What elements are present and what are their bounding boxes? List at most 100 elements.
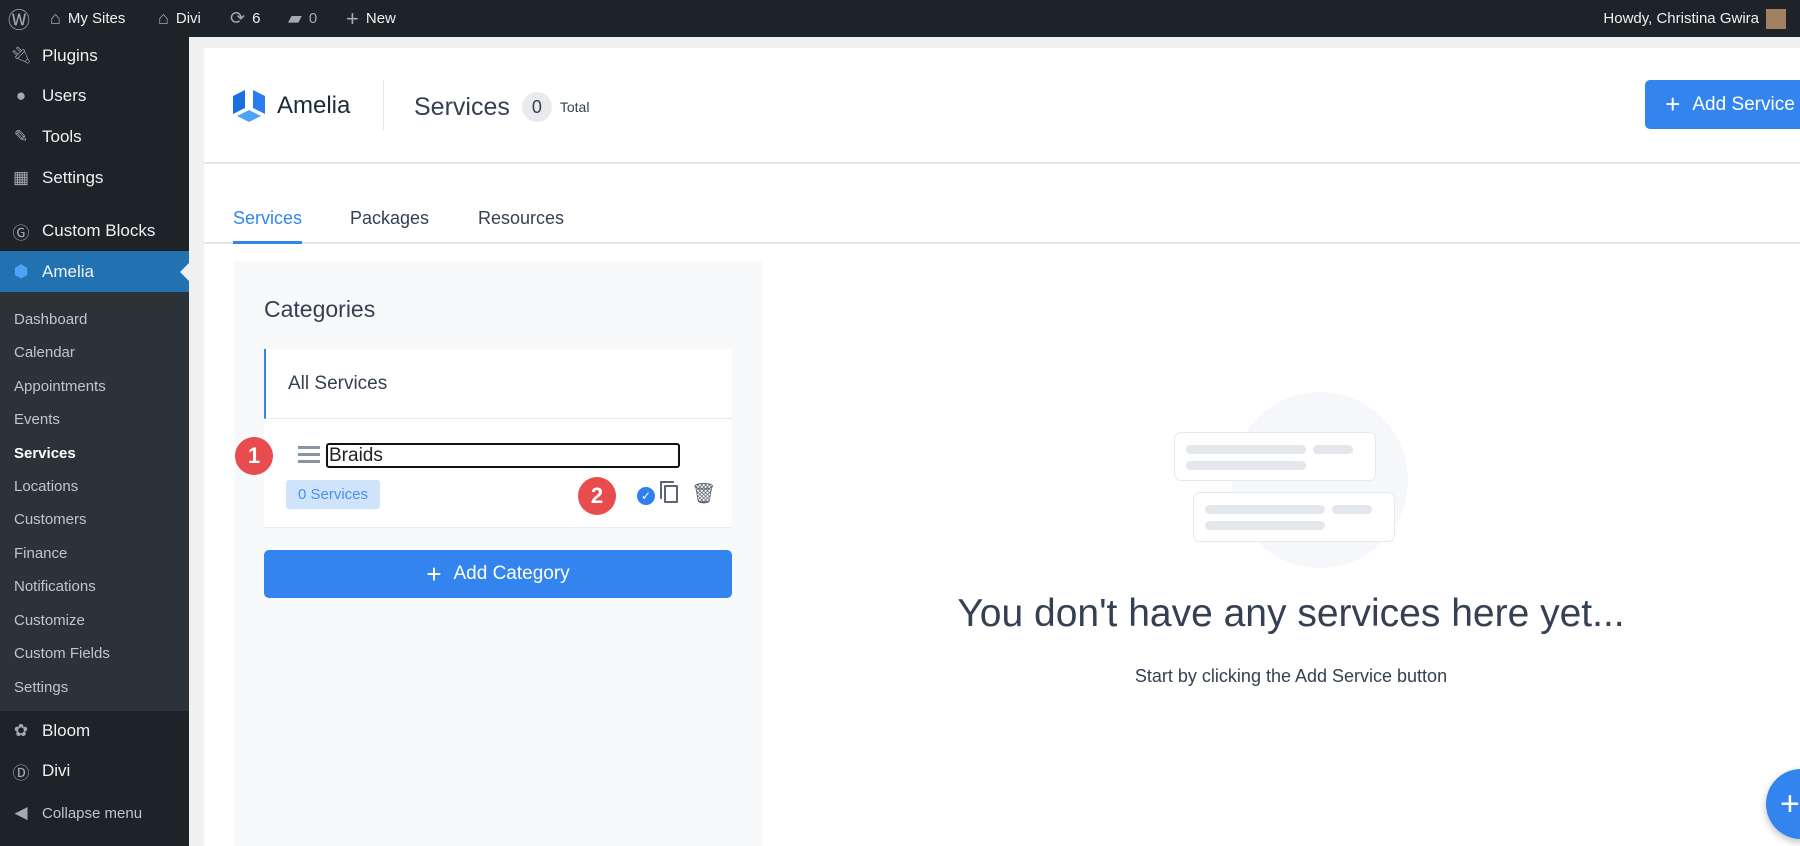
submenu-customers[interactable]: Customers bbox=[14, 510, 87, 530]
sidebar-item-plugins[interactable]: 🔌︎ Plugins bbox=[0, 37, 189, 75]
drag-handle-icon[interactable] bbox=[298, 446, 320, 463]
howdy-label: Howdy, Christina Gwira bbox=[1603, 10, 1759, 27]
comment-icon: ▰ bbox=[288, 8, 302, 28]
total-count-badge: 0 bbox=[521, 92, 552, 122]
admin-bar: Ⓦ ⌂ My Sites ⌂ Divi ⟳ 6 ▰ 0 + New Howdy, Chri… bbox=[0, 0, 1800, 37]
sidebar-item-label: Settings bbox=[42, 168, 104, 187]
wrench-icon: ✎ bbox=[13, 127, 29, 146]
sidebar-item-tools[interactable]: ✎ Tools bbox=[0, 118, 189, 156]
categories-panel: Categories All Services 0 Services ✓ 🗑︎ … bbox=[234, 261, 762, 846]
settings-icon: ▦ bbox=[12, 168, 30, 187]
sidebar-item-users[interactable]: ● Users bbox=[0, 77, 189, 115]
tab-services[interactable]: Services bbox=[233, 208, 303, 244]
submenu-notifications[interactable]: Notifications bbox=[14, 577, 96, 597]
submenu-events[interactable]: Events bbox=[14, 410, 60, 430]
updates-button[interactable]: ⟳ 6 bbox=[230, 0, 260, 37]
plus-icon: + bbox=[346, 5, 359, 31]
sites-icon: ⌂ bbox=[50, 8, 61, 28]
comments-button[interactable]: ▰ 0 bbox=[288, 0, 317, 37]
collapse-menu-button[interactable]: ◀ Collapse menu bbox=[0, 794, 189, 832]
site-button[interactable]: ⌂ Divi bbox=[158, 0, 201, 37]
new-label: New bbox=[365, 10, 396, 27]
save-check-icon[interactable]: ✓ bbox=[637, 487, 655, 505]
illustration-card bbox=[1193, 492, 1395, 542]
submenu-locations[interactable]: Locations bbox=[14, 477, 78, 497]
category-all-services[interactable]: All Services bbox=[264, 349, 732, 419]
add-service-button[interactable]: + Add Service bbox=[1645, 80, 1800, 129]
sidebar-item-label: Divi bbox=[42, 761, 71, 780]
submenu-finance[interactable]: Finance bbox=[14, 544, 67, 564]
logo-text: Amelia bbox=[277, 92, 351, 119]
submenu-calendar[interactable]: Calendar bbox=[14, 343, 75, 363]
collapse-icon: ◀ bbox=[14, 803, 28, 822]
amelia-submenu: Dashboard Calendar Appointments Events S… bbox=[0, 292, 189, 711]
avatar bbox=[1766, 8, 1786, 29]
tab-resources[interactable]: Resources bbox=[478, 208, 564, 229]
sidebar-item-divi[interactable]: Ⓓ Divi bbox=[0, 752, 189, 790]
sidebar-item-bloom[interactable]: ✿ Bloom bbox=[0, 712, 189, 750]
sidebar-item-label: Users bbox=[42, 86, 87, 105]
add-service-label: Add Service bbox=[1692, 93, 1795, 115]
plus-icon: + bbox=[426, 558, 442, 589]
category-edit-row: 0 Services ✓ 🗑︎ bbox=[264, 419, 732, 528]
comments-count: 0 bbox=[308, 10, 318, 27]
amelia-page: Amelia Services 0 Total + Add Service Ser… bbox=[204, 48, 1800, 846]
active-tab-indicator bbox=[233, 241, 303, 244]
submenu-custom-fields[interactable]: Custom Fields bbox=[14, 644, 110, 664]
header-divider bbox=[383, 80, 384, 130]
submenu-customize[interactable]: Customize bbox=[14, 611, 85, 631]
header-separator bbox=[204, 162, 1800, 164]
plus-icon: + bbox=[1780, 784, 1800, 823]
plug-icon: 🔌︎ bbox=[10, 46, 32, 65]
categories-title: Categories bbox=[264, 296, 376, 322]
illustration-card bbox=[1174, 432, 1376, 481]
sidebar-item-label: Amelia bbox=[42, 261, 94, 281]
services-count-badge: 0 Services bbox=[286, 480, 380, 509]
submenu-appointments[interactable]: Appointments bbox=[14, 377, 106, 397]
site-label: Divi bbox=[175, 10, 201, 27]
add-category-label: Add Category bbox=[453, 563, 570, 584]
tab-packages[interactable]: Packages bbox=[350, 208, 429, 229]
page-title: Services bbox=[414, 92, 510, 121]
my-sites-label: My Sites bbox=[67, 10, 126, 27]
amelia-icon: ⬢ bbox=[13, 261, 29, 281]
account-menu[interactable]: Howdy, Christina Gwira bbox=[1603, 0, 1786, 37]
empty-state-subtext: Start by clicking the Add Service button bbox=[1134, 666, 1448, 686]
submenu-services[interactable]: Services bbox=[14, 444, 76, 464]
sidebar-item-label: Bloom bbox=[42, 721, 91, 740]
sidebar-item-label: Tools bbox=[42, 127, 82, 146]
wordpress-logo-button[interactable]: Ⓦ bbox=[8, 0, 30, 37]
bloom-icon: ✿ bbox=[13, 721, 29, 740]
active-arrow bbox=[171, 263, 189, 281]
duplicate-icon[interactable] bbox=[664, 485, 678, 503]
sidebar-item-label: Collapse menu bbox=[42, 804, 143, 822]
refresh-icon: ⟳ bbox=[230, 8, 246, 28]
home-icon: ⌂ bbox=[158, 8, 169, 28]
submenu-dashboard[interactable]: Dashboard bbox=[14, 310, 87, 330]
amelia-logo: Amelia bbox=[233, 88, 350, 124]
sidebar-item-label: Custom Blocks bbox=[42, 221, 156, 240]
category-name-input[interactable] bbox=[326, 443, 680, 468]
tabs-line bbox=[204, 242, 1800, 244]
sidebar-item-custom-blocks[interactable]: Ⓖ Custom Blocks bbox=[0, 212, 189, 250]
divi-icon: Ⓓ bbox=[12, 763, 30, 783]
my-sites-button[interactable]: ⌂ My Sites bbox=[50, 0, 125, 37]
new-button[interactable]: + New bbox=[346, 0, 396, 37]
annotation-marker-2: 2 bbox=[578, 477, 616, 515]
sidebar-item-settings[interactable]: ▦ Settings bbox=[0, 159, 189, 197]
add-category-button[interactable]: + Add Category bbox=[264, 550, 732, 598]
user-icon: ● bbox=[15, 86, 27, 105]
category-label: All Services bbox=[288, 372, 388, 394]
submenu-settings[interactable]: Settings bbox=[14, 678, 68, 698]
sidebar-item-amelia[interactable]: ⬢ Amelia bbox=[0, 251, 189, 292]
updates-count: 6 bbox=[252, 10, 261, 27]
blocks-icon: Ⓖ bbox=[12, 223, 30, 243]
tab-label: Services bbox=[233, 208, 303, 228]
plus-icon: + bbox=[1665, 89, 1681, 119]
sidebar-item-label: Plugins bbox=[42, 46, 98, 65]
delete-trash-icon[interactable]: 🗑︎ bbox=[691, 481, 716, 506]
admin-sidebar: 🔌︎ Plugins ● Users ✎ Tools ▦ Settings Ⓖ Custo… bbox=[0, 37, 189, 846]
wordpress-icon: Ⓦ bbox=[8, 7, 31, 33]
annotation-marker-1: 1 bbox=[235, 437, 273, 475]
amelia-logo-icon bbox=[233, 90, 265, 122]
